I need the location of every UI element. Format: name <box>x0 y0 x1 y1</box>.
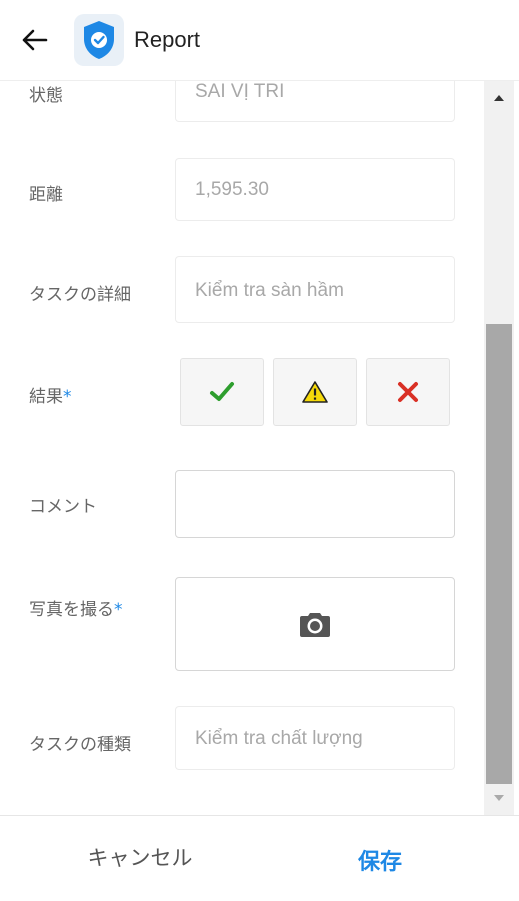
camera-icon <box>300 613 330 637</box>
warning-icon <box>302 381 328 403</box>
comment-input[interactable] <box>175 470 455 538</box>
scroll-up-button[interactable] <box>484 88 514 108</box>
shield-check-icon <box>84 21 114 59</box>
back-button[interactable] <box>16 24 52 56</box>
app-logo <box>74 14 124 66</box>
task-detail-label: タスクの詳細 <box>29 285 131 305</box>
footer-bar: キャンセル 保存 <box>0 815 519 901</box>
status-label: 状態 <box>29 86 63 106</box>
result-ok-button[interactable] <box>180 358 264 426</box>
check-icon <box>210 382 234 401</box>
distance-label: 距離 <box>29 185 63 205</box>
page-title: Report <box>134 27 201 52</box>
photo-label: 写真を撮る* <box>29 595 123 620</box>
cancel-button[interactable]: キャンセル <box>60 842 220 872</box>
status-field[interactable]: SAI VỊ TRI <box>175 80 455 122</box>
result-warning-button[interactable] <box>273 358 357 426</box>
task-type-value: Kiểm tra chất lượng <box>195 728 363 749</box>
status-value: SAI VỊ TRI <box>195 81 285 102</box>
arrow-left-icon <box>22 29 48 51</box>
task-detail-value: Kiểm tra sàn hầm <box>195 280 344 301</box>
result-label-text: 結果 <box>29 387 63 407</box>
required-mark: * <box>63 387 72 407</box>
result-fail-button[interactable] <box>366 358 450 426</box>
result-label: 結果* <box>29 382 72 407</box>
close-icon <box>398 382 418 402</box>
form-content: 状態 SAI VỊ TRI 距離 1,595.30 タスクの詳細 Kiểm tr… <box>0 80 484 815</box>
scrollbar[interactable] <box>484 80 514 815</box>
scroll-down-button[interactable] <box>484 788 514 808</box>
scrollbar-thumb[interactable] <box>486 324 512 784</box>
required-mark: * <box>114 600 123 620</box>
take-photo-button[interactable] <box>175 577 455 671</box>
app-header: Report <box>0 0 519 81</box>
photo-label-text: 写真を撮る <box>29 600 114 620</box>
comment-label: コメント <box>29 497 97 517</box>
distance-value: 1,595.30 <box>195 179 269 200</box>
save-button[interactable]: 保存 <box>330 844 430 876</box>
task-type-field[interactable]: Kiểm tra chất lượng <box>175 706 455 770</box>
distance-field[interactable]: 1,595.30 <box>175 158 455 221</box>
triangle-up-icon <box>494 95 504 101</box>
triangle-down-icon <box>494 795 504 801</box>
task-detail-field[interactable]: Kiểm tra sàn hầm <box>175 256 455 323</box>
task-type-label: タスクの種類 <box>29 735 131 755</box>
